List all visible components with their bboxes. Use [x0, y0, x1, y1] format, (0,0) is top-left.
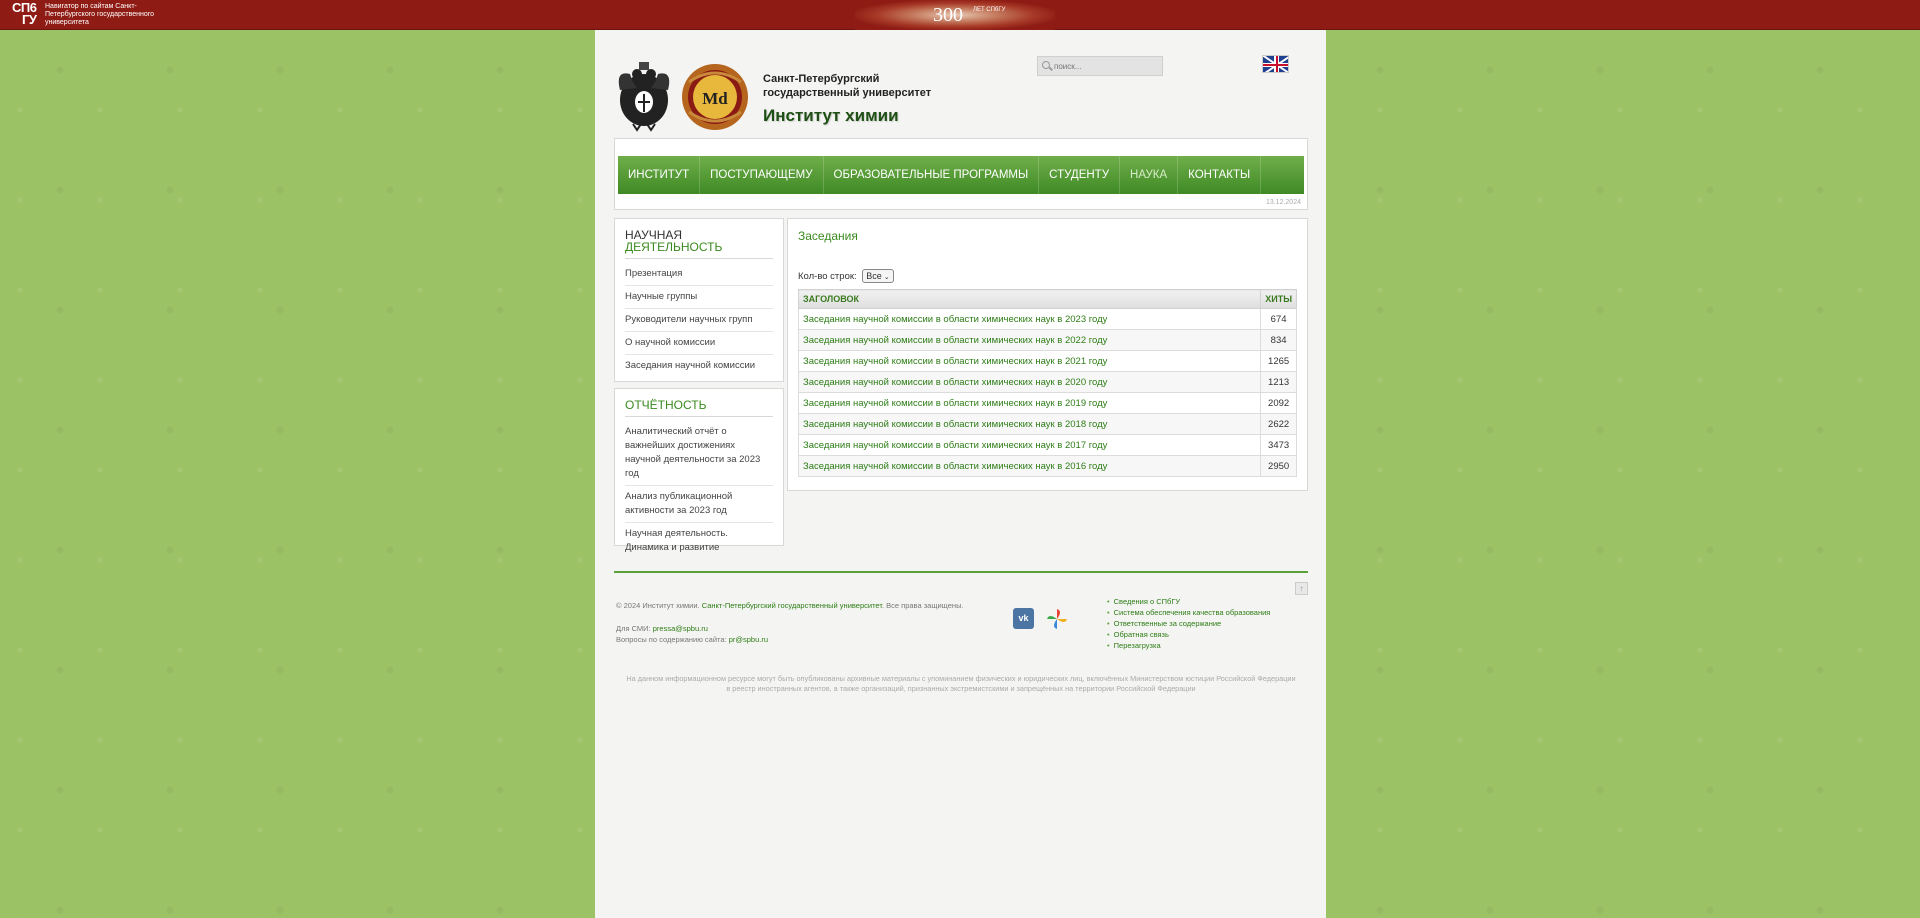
row-hits: 1213	[1260, 371, 1297, 393]
sidebar-item-analytic-report[interactable]: Аналитический отчёт о важнейших достижен…	[625, 421, 773, 486]
footer-link-quality[interactable]: Система обеспечения качества образования	[1114, 608, 1271, 617]
page-container: Md Санкт-Петербургский государственный у…	[595, 30, 1326, 918]
row-title-link[interactable]: Заседания научной комиссии в области хим…	[797, 329, 1262, 351]
footer-link-item[interactable]: • Ответственные за содержание	[1107, 618, 1270, 629]
rows-select-value: Все	[866, 271, 882, 281]
page-title: Заседания	[798, 229, 858, 243]
row-title-link[interactable]: Заседания научной комиссии в области хим…	[797, 434, 1262, 456]
row-title-link[interactable]: Заседания научной комиссии в области хим…	[797, 308, 1262, 330]
arrow-up-icon: ↑	[1299, 584, 1304, 593]
table-row: Заседания научной комиссии в области хим…	[797, 350, 1297, 372]
sidebar-science: НАУЧНАЯ ДЕЯТЕЛЬНОСТЬ Презентация Научные…	[614, 218, 784, 382]
main-content: Заседания Кол-во строк: Все ⌄ ЗАГОЛОВОК Х…	[787, 218, 1308, 491]
table-row: Заседания научной комиссии в области хим…	[797, 434, 1297, 456]
sidebar-science-title-line2: ДЕЯТЕЛЬНОСТЬ	[625, 240, 723, 254]
table-row: Заседания научной комиссии в области хим…	[797, 455, 1297, 477]
footer-links: • Сведения о СПбГУ • Система обеспечения к…	[1107, 596, 1270, 651]
mendeleev-medal-icon[interactable]: Md	[679, 62, 751, 132]
nav-item-contacts[interactable]: КОНТАКТЫ	[1178, 156, 1262, 194]
university-name: Санкт-Петербургский государственный унив…	[763, 73, 932, 99]
site-navigator-link[interactable]: Навигатор по сайтам Санкт-Петербургского…	[45, 3, 165, 27]
nav-item-programs[interactable]: ОБРАЗОВАТЕЛЬНЫЕ ПРОГРАММЫ	[824, 156, 1040, 194]
sidebar-science-title: НАУЧНАЯ ДЕЯТЕЛЬНОСТЬ	[625, 229, 773, 259]
chevron-down-icon: ⌄	[883, 274, 890, 281]
institute-name[interactable]: Институт химии	[763, 106, 899, 126]
sidebar-item-publication-analysis[interactable]: Анализ публикационной активности за 2023…	[625, 486, 773, 523]
media-email-link[interactable]: pressa@spbu.ru	[653, 624, 708, 633]
row-title-link[interactable]: Заседания научной комиссии в области хим…	[797, 371, 1262, 393]
footer-disclaimer: На данном информационном ресурсе могут б…	[626, 674, 1296, 693]
footer-link-about[interactable]: Сведения о СПбГУ	[1114, 597, 1181, 606]
vk-icon[interactable]: vk	[1013, 608, 1034, 629]
scroll-top-button[interactable]: ↑	[1295, 582, 1308, 595]
spbu-logo[interactable]: СП6 ГУ	[12, 1, 44, 28]
footer-link-item[interactable]: • Система обеспечения качества образовани…	[1107, 607, 1270, 618]
nav-item-science[interactable]: НАУКА	[1120, 156, 1179, 194]
row-hits: 1265	[1260, 350, 1297, 372]
current-date: 13.12.2024	[1265, 199, 1301, 206]
english-flag-icon[interactable]	[1262, 55, 1289, 73]
eagle-emblem-icon[interactable]	[615, 60, 673, 132]
main-nav: ИНСТИТУТ ПОСТУПАЮЩЕМУ ОБРАЗОВАТЕЛЬНЫЕ ПР…	[618, 156, 1304, 194]
nav-item-student[interactable]: СТУДЕНТУ	[1039, 156, 1121, 194]
sidebar-reports-title: ОТЧЁТНОСТЬ	[625, 399, 773, 417]
media-label: Для СМИ:	[616, 624, 651, 633]
row-title-link[interactable]: Заседания научной комиссии в области хим…	[797, 413, 1262, 435]
footer-link-item[interactable]: • Обратная связь	[1107, 629, 1270, 640]
search-input[interactable]	[1037, 56, 1163, 76]
medal-text: Md	[702, 89, 728, 108]
anniversary-number: 300	[933, 4, 963, 26]
footer-link-responsible[interactable]: Ответственные за содержание	[1114, 619, 1222, 628]
rows-select[interactable]: Все ⌄	[862, 269, 894, 283]
nav-item-applicants[interactable]: ПОСТУПАЮЩЕМУ	[700, 156, 824, 194]
footer-link-item[interactable]: • Перезагрузка	[1107, 640, 1270, 651]
row-hits: 674	[1260, 308, 1297, 330]
pinwheel-social-icon[interactable]	[1046, 608, 1068, 630]
sidebar-item-dynamics[interactable]: Научная деятельность. Динамика и развити…	[625, 523, 773, 559]
sidebar-item-groups[interactable]: Научные группы	[625, 286, 773, 309]
header-hits[interactable]: ХИТЫ	[1260, 289, 1297, 309]
content-email-link[interactable]: pr@spbu.ru	[729, 635, 768, 644]
copyright-university-link[interactable]: Санкт-Петербургский государственный унив…	[702, 601, 882, 610]
table-row: Заседания научной комиссии в области хим…	[797, 371, 1297, 393]
table-row: Заседания научной комиссии в области хим…	[797, 329, 1297, 351]
row-hits: 834	[1260, 329, 1297, 351]
nav-item-institute[interactable]: ИНСТИТУТ	[618, 156, 701, 194]
sidebar-item-presentation[interactable]: Презентация	[625, 263, 773, 286]
table-row: Заседания научной комиссии в области хим…	[797, 392, 1297, 414]
rows-label: Кол-во строк:	[798, 271, 857, 282]
copyright: © 2024 Институт химии. Санкт-Петербургск…	[616, 601, 964, 610]
copyright-dot: .	[881, 601, 885, 610]
anniversary-sub: ЛЕТ СПбГУ	[973, 7, 1006, 13]
footer-divider	[614, 571, 1308, 573]
top-bar: СП6 ГУ Навигатор по сайтам Санкт-Петербу…	[0, 0, 1920, 30]
search-icon	[1042, 61, 1050, 69]
copyright-suffix: Все права защищены.	[886, 601, 964, 610]
row-title-link[interactable]: Заседания научной комиссии в области хим…	[797, 455, 1262, 477]
content-label: Вопросы по содержанию сайта:	[616, 635, 727, 644]
meetings-table: ЗАГОЛОВОК ХИТЫ Заседания научной комисси…	[797, 289, 1297, 477]
row-hits: 2950	[1260, 455, 1297, 477]
row-hits: 3473	[1260, 434, 1297, 456]
header-title[interactable]: ЗАГОЛОВОК	[797, 289, 1262, 309]
sidebar-item-meetings[interactable]: Заседания научной комиссии	[625, 355, 773, 377]
main-nav-box: ИНСТИТУТ ПОСТУПАЮЩЕМУ ОБРАЗОВАТЕЛЬНЫЕ ПР…	[614, 138, 1308, 210]
copyright-prefix: © 2024 Институт химии.	[616, 601, 700, 610]
row-title-link[interactable]: Заседания научной комиссии в области хим…	[797, 392, 1262, 414]
table-row: Заседания научной комиссии в области хим…	[797, 308, 1297, 330]
footer-link-feedback[interactable]: Обратная связь	[1114, 630, 1169, 639]
sidebar-item-commission[interactable]: О научной комиссии	[625, 332, 773, 355]
sidebar-reports: ОТЧЁТНОСТЬ Аналитический отчёт о важнейш…	[614, 388, 784, 553]
footer-link-reload[interactable]: Перезагрузка	[1114, 641, 1161, 650]
footer-contacts: Для СМИ: pressa@spbu.ru Вопросы по содер…	[616, 623, 768, 645]
rows-control: Кол-во строк: Все ⌄	[798, 269, 894, 283]
sidebar-item-leaders[interactable]: Руководители научных групп	[625, 309, 773, 332]
site-header: Md Санкт-Петербургский государственный у…	[595, 30, 1326, 138]
row-hits: 2622	[1260, 413, 1297, 435]
table-row: Заседания научной комиссии в области хим…	[797, 413, 1297, 435]
row-hits: 2092	[1260, 392, 1297, 414]
row-title-link[interactable]: Заседания научной комиссии в области хим…	[797, 350, 1262, 372]
footer-link-item[interactable]: • Сведения о СПбГУ	[1107, 596, 1270, 607]
logo-line2: ГУ	[22, 12, 37, 27]
